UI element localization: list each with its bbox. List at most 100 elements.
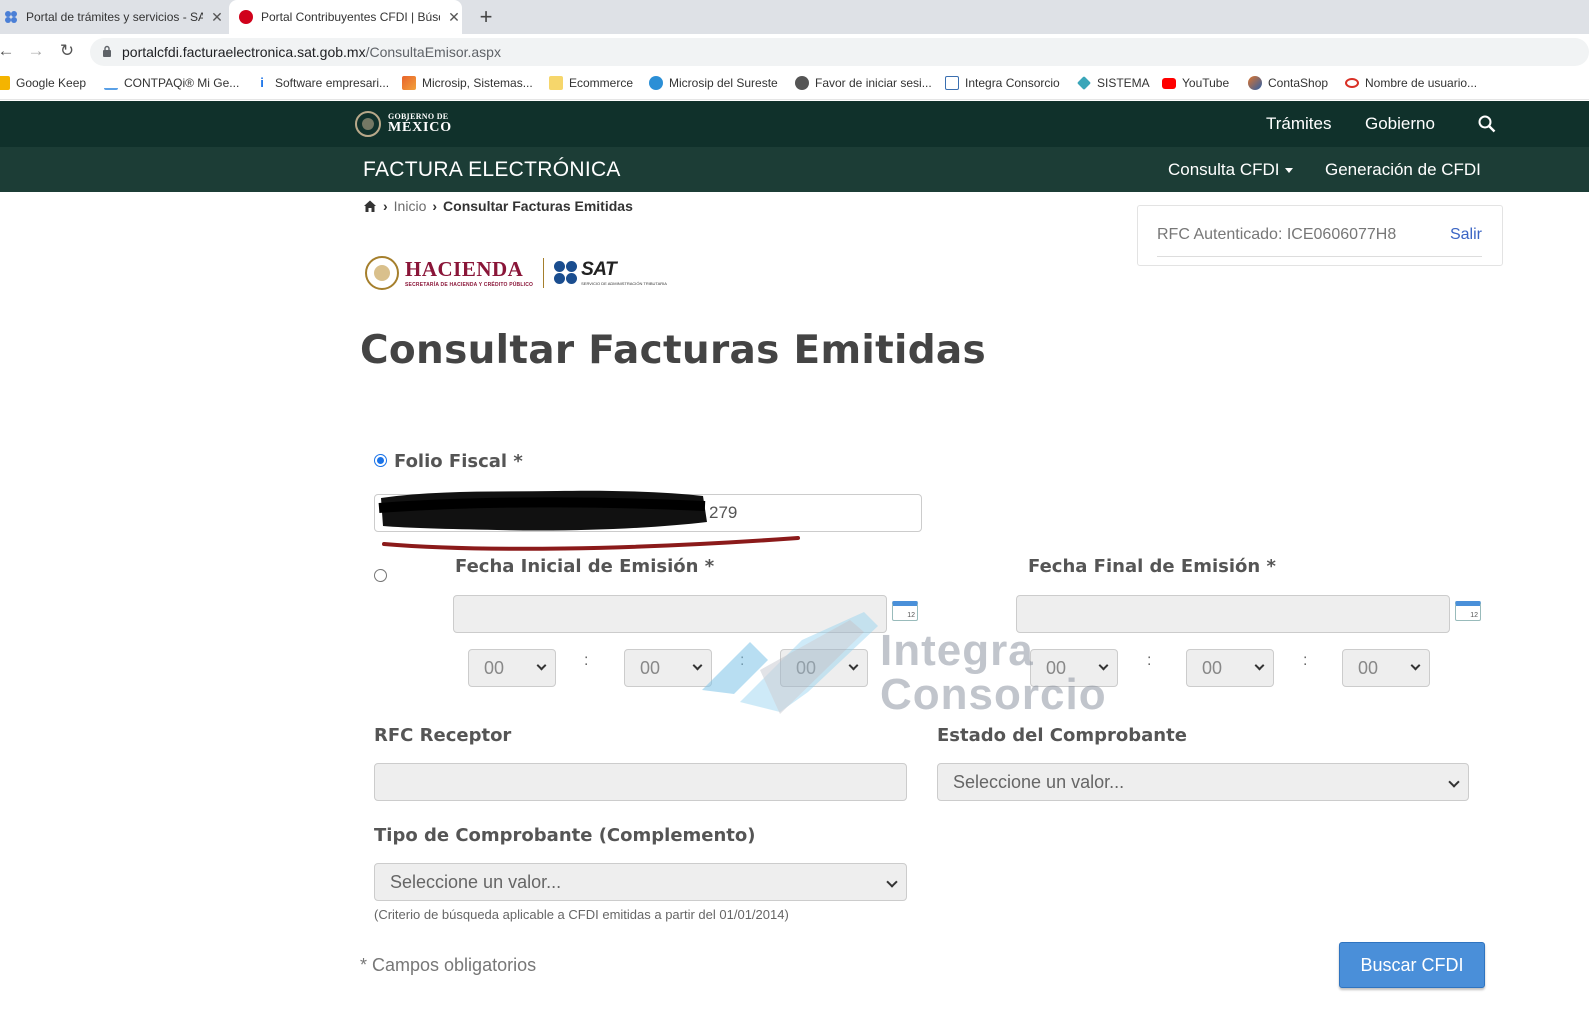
nav-tramites[interactable]: Trámites [1266,114,1332,134]
microsip-icon [402,76,416,90]
forward-icon[interactable]: → [26,41,46,61]
bookmark-software[interactable]: i Software empresari... [255,75,390,91]
chevron-down-icon [536,660,547,671]
bookmark-contpaqi[interactable]: CONTPAQi® Mi Ge... [104,76,239,90]
calendar-icon[interactable] [1455,601,1481,621]
search-icon[interactable] [1478,115,1496,133]
fecha-range-radio[interactable] [374,569,387,582]
hacienda-name: HACIENDA [405,256,524,281]
bookmark-contashop[interactable]: ContaShop [1248,76,1328,90]
folio-fiscal-radio[interactable] [374,454,387,467]
red-circle-favicon-icon [239,10,253,24]
bookmark-label: Microsip del Sureste [669,76,778,90]
bookmark-label: Favor de iniciar sesi... [815,76,932,90]
menu-label: Consulta CFDI [1168,160,1280,179]
divider [1157,256,1482,257]
folio-visible-digits: 279 [709,503,738,522]
menu-generacion-cfdi[interactable]: Generación de CFDI [1325,160,1481,180]
url-text: portalcfdi.facturaelectronica.sat.gob.mx… [122,44,501,60]
logout-link[interactable]: Salir [1450,226,1482,244]
minuto-final-select[interactable]: 00 [1186,649,1274,687]
close-tab-icon[interactable]: ✕ [209,9,225,26]
select-value: Seleccione un valor... [390,872,562,892]
url-field[interactable]: portalcfdi.facturaelectronica.sat.gob.mx… [90,38,1589,66]
select-value: 00 [1202,658,1223,678]
youtube-icon [1162,77,1176,89]
minuto-inicial-select[interactable]: 00 [624,649,712,687]
info-icon: i [260,75,264,90]
browser-tab-bar: Portal de trámites y servicios - SAT ✕ P… [0,0,1589,34]
home-icon[interactable] [363,199,377,213]
breadcrumb-inicio[interactable]: Inicio [394,198,427,214]
contashop-icon [1248,76,1262,90]
bookmark-google-keep[interactable]: Google Keep [0,76,86,90]
hacienda-sat-logos: HACIENDA SECRETARÍA DE HACIENDA Y CRÉDIT… [365,256,667,290]
bookmark-microsip[interactable]: Microsip, Sistemas... [402,76,533,90]
nav-gobierno[interactable]: Gobierno [1365,114,1435,134]
estado-comprobante-label: Estado del Comprobante [937,725,1187,746]
bookmark-microsip-sureste[interactable]: Microsip del Sureste [649,76,778,90]
reload-icon[interactable]: ↻ [57,41,77,61]
browser-tab-tramites[interactable]: Portal de trámites y servicios - SAT ✕ [0,0,225,34]
lock-icon [103,45,111,57]
watermark-text: Integra [880,626,1034,675]
select-value: Seleccione un valor... [953,772,1125,792]
sat-logo-icon [554,261,578,285]
rfc-receptor-input[interactable] [374,763,907,801]
time-colon: : [584,652,589,669]
criterio-note: (Criterio de búsqueda aplicable a CFDI e… [374,907,789,922]
back-icon[interactable]: ← [0,41,16,61]
chevron-down-icon [1410,660,1421,671]
url-path: /ConsultaEmisor.aspx [365,44,501,60]
gobierno-logo[interactable]: GOBIERNO DE MÉXICO [355,111,452,137]
microsip-sureste-icon [649,76,663,90]
bookmark-label: Microsip, Sistemas... [422,76,533,90]
tipo-comprobante-select[interactable]: Seleccione un valor... [374,863,907,901]
tab-title: Portal de trámites y servicios - SAT [26,10,203,24]
select-value: 00 [640,658,661,678]
bookmark-label: SISTEMA [1097,76,1150,90]
hacienda-seal-icon [365,256,399,290]
buscar-cfdi-button[interactable]: Buscar CFDI [1339,942,1485,988]
rfc-receptor-label: RFC Receptor [374,725,512,746]
bookmarks-bar: Google Keep CONTPAQi® Mi Ge... i Software… [0,70,1589,100]
site-title[interactable]: FACTURA ELECTRÓNICA [363,158,621,182]
time-colon: : [1303,652,1308,669]
breadcrumb-current: Consultar Facturas Emitidas [443,198,633,214]
bookmark-nombre-usuario[interactable]: Nombre de usuario... [1345,76,1477,90]
bookmark-label: CONTPAQi® Mi Ge... [124,76,240,90]
segundo-final-select[interactable]: 00 [1342,649,1430,687]
required-fields-note: * Campos obligatorios [360,955,537,975]
estado-comprobante-select[interactable]: Seleccione un valor... [937,763,1469,801]
sat-favicon-icon [5,11,17,23]
chevron-down-icon [1254,660,1265,671]
bookmark-label: Software empresari... [275,76,390,90]
redaction-scribble [378,490,707,531]
bookmark-ecommerce[interactable]: Ecommerce [549,76,633,90]
page-title: Consultar Facturas Emitidas [360,328,987,373]
chevron-right-icon: › [383,198,388,214]
menu-consulta-cfdi[interactable]: Consulta CFDI [1168,160,1294,180]
bookmark-label: Google Keep [16,76,87,90]
caret-down-icon [1285,168,1294,174]
bookmark-favor-iniciar[interactable]: Favor de iniciar sesi... [795,76,932,90]
gobierno-header: GOBIERNO DE MÉXICO Trámites Gobierno [0,101,1589,147]
bookmark-label: ContaShop [1268,76,1329,90]
bookmark-integra[interactable]: Integra Consorcio [945,76,1060,90]
new-tab-icon[interactable]: + [474,4,498,30]
integra-icon [945,76,959,90]
tipo-comprobante-label: Tipo de Comprobante (Complemento) [374,825,756,846]
sat-name: SAT [581,259,617,280]
chevron-down-icon [886,876,898,888]
bookmark-youtube[interactable]: YouTube [1162,76,1229,90]
escudo-icon [355,111,381,137]
red-underline-mark [382,536,800,551]
folder-icon [549,76,563,90]
folio-fiscal-label: Folio Fiscal * [394,451,523,472]
factura-electronica-header: FACTURA ELECTRÓNICA Consulta CFDI Genera… [0,147,1589,192]
browser-tab-portal-cfdi[interactable]: Portal Contribuyentes CFDI | Búsqueda ✕ [229,0,462,34]
close-tab-icon[interactable]: ✕ [446,9,462,26]
hora-inicial-select[interactable]: 00 [468,649,556,687]
sat-subtitle: SERVICIO DE ADMINISTRACIÓN TRIBUTARIA [581,281,667,286]
bookmark-sistema[interactable]: SISTEMA [1077,76,1150,90]
